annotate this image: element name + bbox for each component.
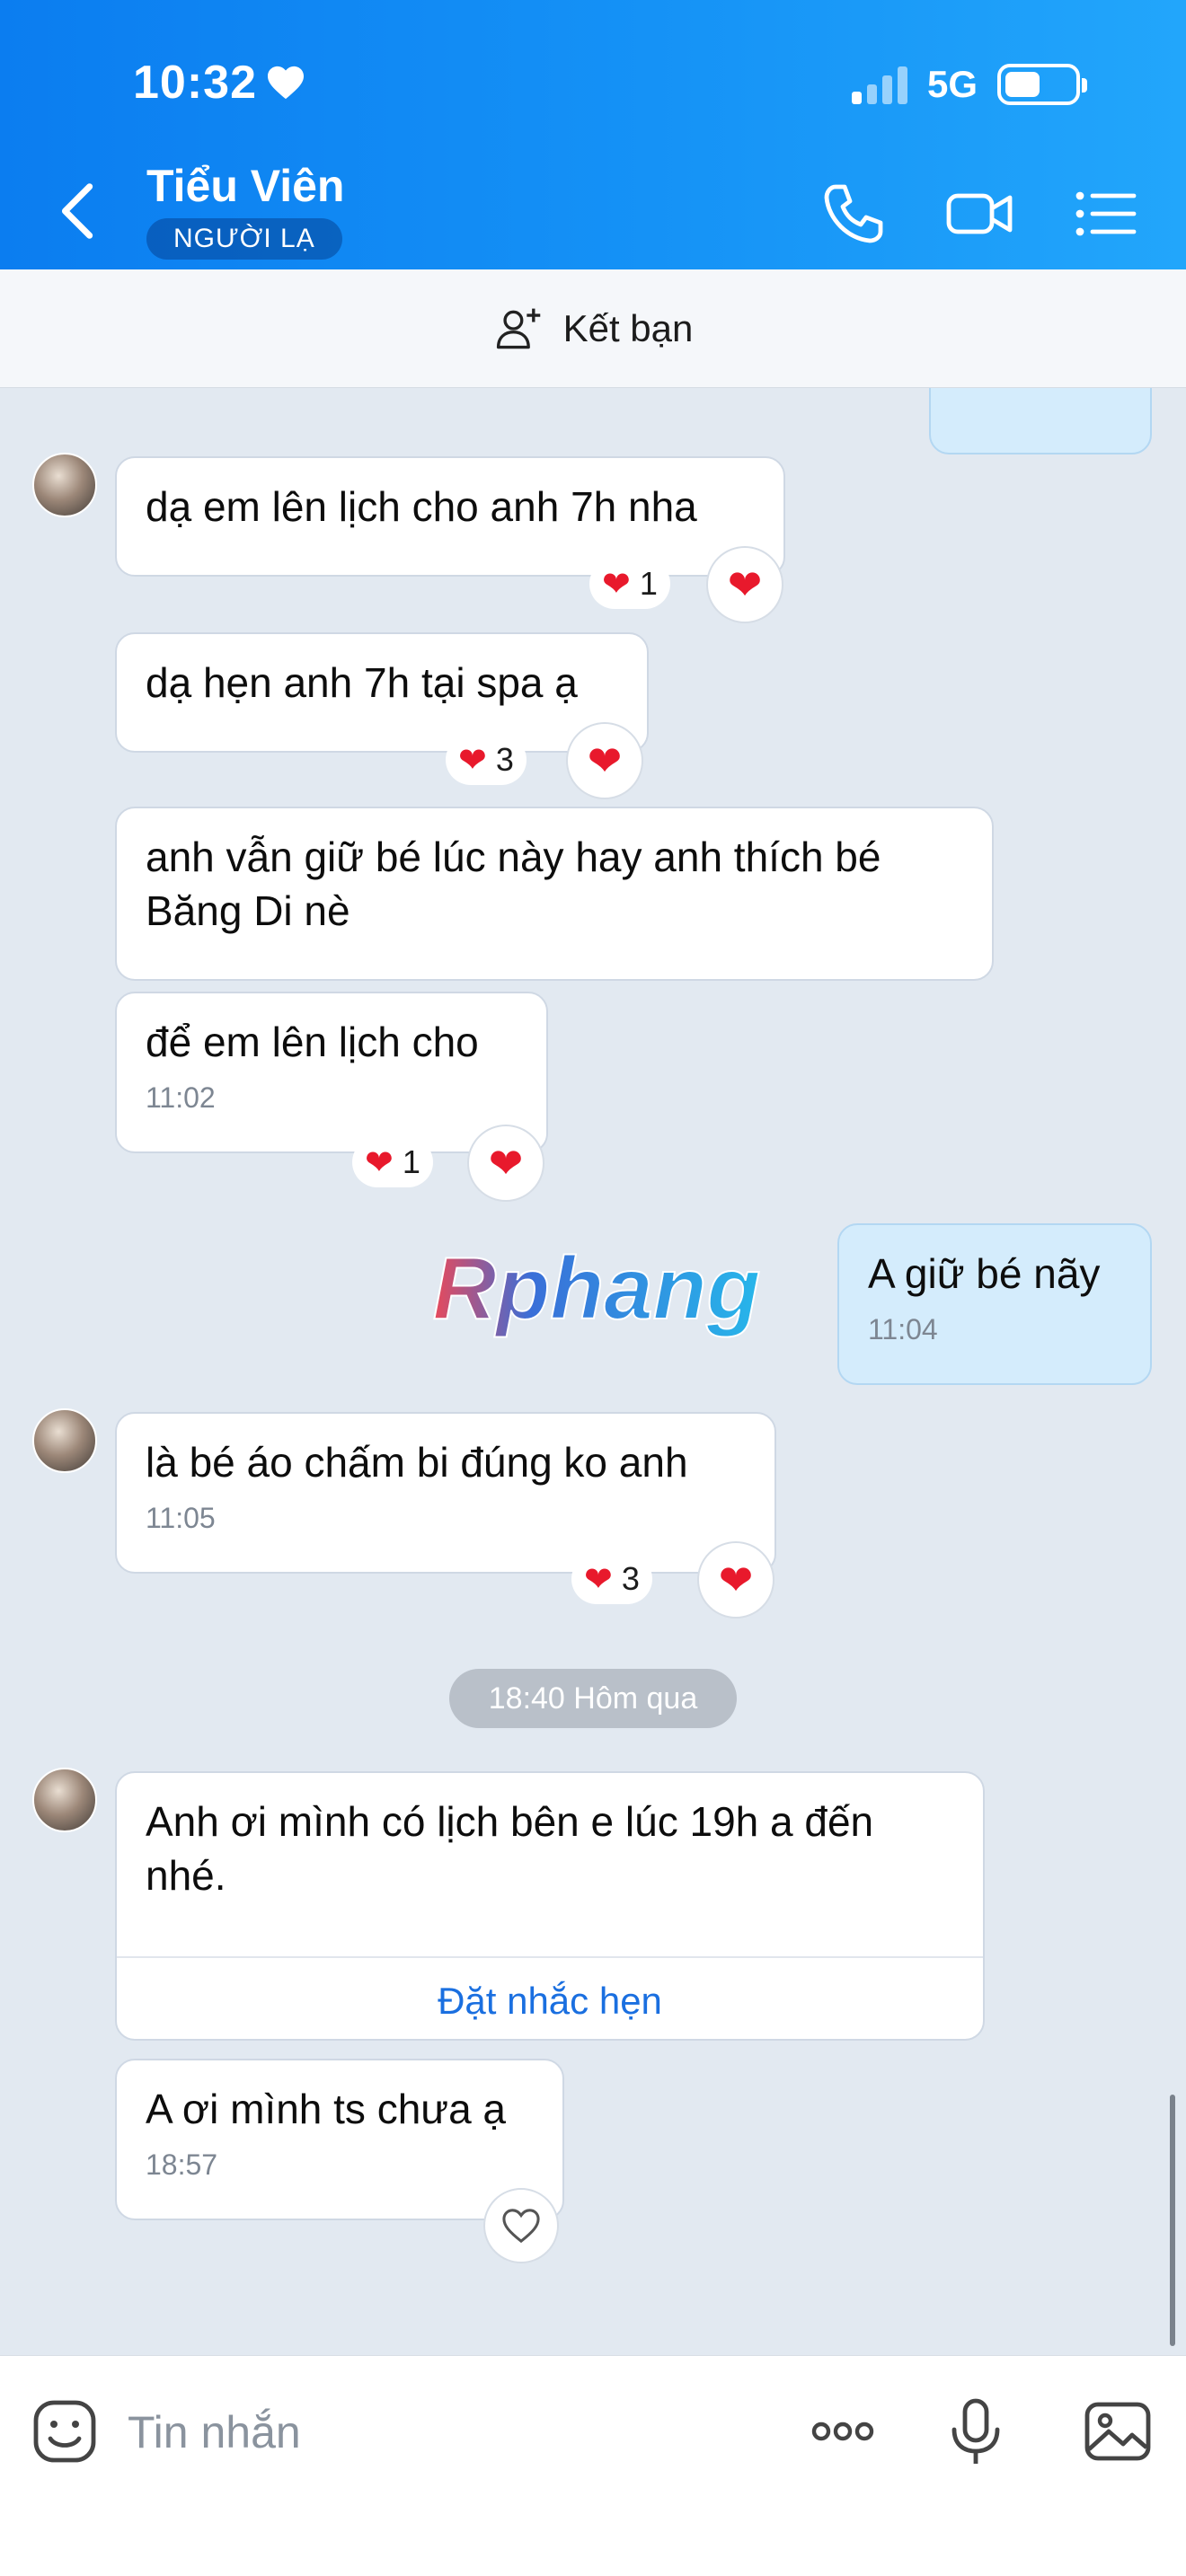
message-text: anh vẫn giữ bé lúc này hay anh thích bé … xyxy=(146,834,881,934)
outgoing-message-partial[interactable] xyxy=(929,388,1152,454)
message-text: để em lên lịch cho xyxy=(146,1019,479,1065)
status-bar-time: 10:32 xyxy=(133,56,305,110)
react-heart-button[interactable]: ❤ xyxy=(706,546,783,623)
outgoing-message[interactable]: A giữ bé nãy 11:04 xyxy=(837,1223,1152,1385)
add-friend-label: Kết bạn xyxy=(562,306,694,349)
heart-reaction-icon: ❤ xyxy=(365,1143,394,1182)
image-gallery-icon[interactable] xyxy=(1082,2395,1154,2467)
reaction-count: 3 xyxy=(495,741,514,778)
incoming-message[interactable]: Anh ơi mình có lịch bên e lúc 19h a đến … xyxy=(115,1771,985,2041)
message-time: 11:05 xyxy=(146,1502,216,1534)
date-separator: 18:40 Hôm qua xyxy=(449,1669,737,1728)
heart-status-icon xyxy=(268,66,304,100)
react-heart-button[interactable]: ❤ xyxy=(697,1541,774,1619)
reaction-summary[interactable]: ❤ 1 xyxy=(589,559,670,609)
incoming-message[interactable]: anh vẫn giữ bé lúc này hay anh thích bé … xyxy=(115,807,994,981)
back-arrow-icon[interactable] xyxy=(54,180,104,243)
message-text: Anh ơi mình có lịch bên e lúc 19h a đến … xyxy=(146,1798,874,1899)
reaction-count: 3 xyxy=(621,1560,640,1597)
more-options-icon[interactable] xyxy=(807,2395,879,2467)
react-heart-button[interactable]: ❤ xyxy=(566,722,643,799)
message-text: dạ hẹn anh 7h tại spa ạ xyxy=(146,659,578,706)
incoming-message[interactable]: dạ em lên lịch cho anh 7h nha xyxy=(115,456,785,577)
message-text: A giữ bé nãy xyxy=(868,1250,1101,1297)
signal-icon xyxy=(851,65,907,104)
avatar[interactable] xyxy=(32,1408,97,1473)
clock-text: 10:32 xyxy=(133,57,257,109)
message-time: 11:04 xyxy=(868,1313,938,1345)
message-input[interactable] xyxy=(128,2383,757,2482)
set-reminder-button[interactable]: Đặt nhắc hẹn xyxy=(117,1958,983,2044)
avatar[interactable] xyxy=(32,1768,97,1832)
chat-header: 10:32 5G Tiểu Viên NGƯỜI LẠ xyxy=(0,0,1186,269)
incoming-message[interactable]: để em lên lịch cho 11:02 xyxy=(115,992,548,1153)
heart-icon: ❤ xyxy=(587,737,623,784)
chat-messages[interactable]: dạ em lên lịch cho anh 7h nha ❤ 1 ❤ dạ h… xyxy=(0,388,1186,2355)
reaction-summary[interactable]: ❤ 1 xyxy=(352,1137,433,1187)
react-heart-button[interactable] xyxy=(483,2188,559,2263)
message-time: 18:57 xyxy=(146,2148,218,2181)
status-bar-right: 5G xyxy=(851,63,1087,106)
add-friend-icon xyxy=(496,308,540,348)
reaction-summary[interactable]: ❤ 3 xyxy=(571,1554,652,1604)
watermark-logo: Rphang xyxy=(432,1238,762,1338)
watermark-text: Rphang xyxy=(433,1239,761,1337)
reaction-summary[interactable]: ❤ 3 xyxy=(446,735,527,785)
reaction-count: 1 xyxy=(402,1143,420,1180)
heart-icon: ❤ xyxy=(727,561,763,608)
reaction-count: 1 xyxy=(639,565,658,602)
battery-icon xyxy=(997,64,1087,105)
sticker-emoji-icon[interactable] xyxy=(29,2395,101,2467)
heart-reaction-icon: ❤ xyxy=(584,1560,613,1599)
phone-call-icon[interactable] xyxy=(818,178,890,250)
message-text: A ơi mình ts chưa ạ xyxy=(146,2086,507,2132)
heart-reaction-icon: ❤ xyxy=(458,741,487,780)
avatar[interactable] xyxy=(32,453,97,517)
microphone-icon[interactable] xyxy=(940,2395,1012,2467)
react-heart-button[interactable]: ❤ xyxy=(467,1125,544,1202)
incoming-message[interactable]: dạ hẹn anh 7h tại spa ạ xyxy=(115,632,649,753)
heart-reaction-icon: ❤ xyxy=(602,565,631,604)
menu-list-icon[interactable] xyxy=(1069,178,1141,250)
add-friend-button[interactable]: Kết bạn xyxy=(0,269,1186,388)
heart-icon: ❤ xyxy=(718,1557,754,1603)
stranger-badge: NGƯỜI LẠ xyxy=(146,218,342,260)
incoming-message[interactable]: là bé áo chấm bi đúng ko anh 11:05 xyxy=(115,1412,776,1574)
heart-outline-icon xyxy=(502,2209,540,2244)
video-call-icon[interactable] xyxy=(943,178,1015,250)
message-text: là bé áo chấm bi đúng ko anh xyxy=(146,1439,688,1486)
network-type: 5G xyxy=(926,63,978,105)
scrollbar[interactable] xyxy=(1170,2095,1175,2346)
contact-name[interactable]: Tiểu Viên xyxy=(146,160,344,212)
message-input-bar xyxy=(0,2355,1186,2576)
message-time: 11:02 xyxy=(146,1081,216,1114)
heart-icon: ❤ xyxy=(488,1140,524,1187)
message-text: dạ em lên lịch cho anh 7h nha xyxy=(146,483,697,530)
